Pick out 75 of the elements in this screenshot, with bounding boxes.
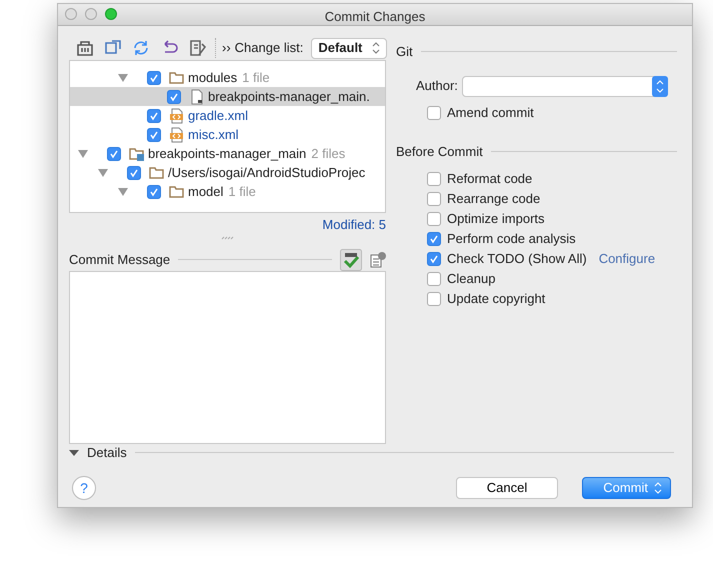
checkbox[interactable] bbox=[147, 108, 161, 122]
commit-message-label: Commit Message bbox=[69, 250, 170, 269]
section-header: Git bbox=[396, 43, 413, 61]
checkbox[interactable] bbox=[427, 232, 441, 246]
checkbox[interactable] bbox=[427, 292, 441, 306]
checkbox-label[interactable]: Amend commit bbox=[447, 102, 534, 122]
changelist-label: Change list: bbox=[234, 39, 304, 58]
tree-item-label: model bbox=[188, 182, 224, 201]
checkbox-label[interactable]: Perform code analysis bbox=[447, 229, 576, 249]
configure-link[interactable]: Configure bbox=[598, 249, 656, 269]
expand-arrow-icon[interactable] bbox=[118, 188, 128, 196]
checkbox[interactable] bbox=[427, 252, 441, 266]
checkbox-label[interactable]: Optimize imports bbox=[447, 209, 545, 229]
checkbox-label[interactable]: Rearrange code bbox=[447, 189, 540, 209]
minimize-button[interactable] bbox=[85, 8, 97, 20]
xml-file-icon bbox=[169, 126, 185, 142]
checkbox[interactable] bbox=[427, 192, 441, 206]
tree-row[interactable]: /Users/isogai/AndroidStudioProjec bbox=[70, 163, 385, 182]
checkbox[interactable] bbox=[147, 128, 161, 142]
help-button[interactable]: ? bbox=[72, 476, 96, 500]
tree-item-label: breakpoints-manager_main bbox=[148, 144, 306, 163]
tree-row[interactable]: breakpoints-manager_main 2 files bbox=[70, 144, 385, 163]
expand-arrow-icon[interactable] bbox=[98, 168, 108, 176]
expand-arrow-icon[interactable] bbox=[69, 450, 79, 456]
author-combo[interactable] bbox=[462, 76, 668, 96]
checkbox[interactable] bbox=[427, 272, 441, 286]
spellcheck-icon[interactable] bbox=[340, 248, 362, 270]
stepper-icon bbox=[372, 42, 380, 54]
checkbox[interactable] bbox=[427, 172, 441, 186]
file-count: 2 files bbox=[311, 144, 346, 163]
tree-item-label: gradle.xml bbox=[188, 106, 248, 125]
tree-row[interactable]: breakpoints-manager_main. bbox=[70, 87, 385, 106]
window-title: Commit Changes bbox=[324, 8, 426, 26]
folder-icon bbox=[149, 164, 165, 180]
tree-row[interactable]: model 1 file bbox=[70, 182, 385, 201]
module-folder-icon bbox=[129, 146, 145, 162]
cancel-button[interactable]: Cancel bbox=[456, 477, 558, 499]
expand-arrow-icon[interactable] bbox=[78, 150, 88, 158]
refresh-icon[interactable] bbox=[131, 38, 151, 58]
caret-icon bbox=[654, 482, 662, 494]
checkbox-label[interactable]: Cleanup bbox=[447, 269, 496, 289]
checkbox-label[interactable]: Check TODO (Show All) bbox=[447, 249, 587, 269]
zoom-button[interactable] bbox=[105, 8, 117, 20]
checkbox[interactable] bbox=[167, 90, 181, 104]
checkbox[interactable] bbox=[427, 212, 441, 226]
changelist-combo[interactable]: Default bbox=[311, 38, 388, 58]
folder-icon bbox=[169, 184, 185, 200]
file-icon bbox=[189, 88, 205, 104]
overflow-chevron[interactable]: ›› bbox=[215, 38, 231, 58]
tree-item-label: breakpoints-manager_main. bbox=[208, 88, 370, 106]
checkbox-label[interactable]: Reformat code bbox=[447, 169, 532, 189]
modified-count: Modified: 5 bbox=[321, 216, 386, 234]
section-header: Before Commit bbox=[396, 142, 483, 160]
tree-row[interactable]: gradle.xml bbox=[70, 106, 385, 125]
edit-icon[interactable] bbox=[187, 38, 207, 58]
history-icon[interactable] bbox=[370, 252, 386, 268]
file-count: 1 file bbox=[242, 68, 270, 87]
commit-message-field[interactable] bbox=[69, 270, 386, 444]
xml-file-icon bbox=[169, 108, 185, 124]
tree-row[interactable]: misc.xml bbox=[70, 125, 385, 144]
close-button[interactable] bbox=[65, 8, 77, 20]
checkbox[interactable] bbox=[107, 146, 121, 160]
tree-item-label: misc.xml bbox=[188, 126, 239, 144]
checkbox[interactable] bbox=[147, 184, 161, 198]
splitter-grip[interactable] bbox=[220, 236, 234, 240]
tree-item-label: /Users/isogai/AndroidStudioProjec bbox=[168, 164, 366, 182]
tree-item-label: modules bbox=[188, 68, 238, 87]
checkbox-label[interactable]: Update copyright bbox=[447, 289, 546, 309]
checkbox[interactable] bbox=[427, 106, 441, 120]
checkbox[interactable] bbox=[127, 166, 141, 180]
stepper-icon[interactable] bbox=[652, 76, 668, 96]
details-toggle[interactable]: Details bbox=[87, 443, 127, 462]
file-count: 1 file bbox=[228, 182, 256, 201]
author-label: Author: bbox=[416, 77, 458, 96]
checkbox[interactable] bbox=[147, 70, 161, 84]
